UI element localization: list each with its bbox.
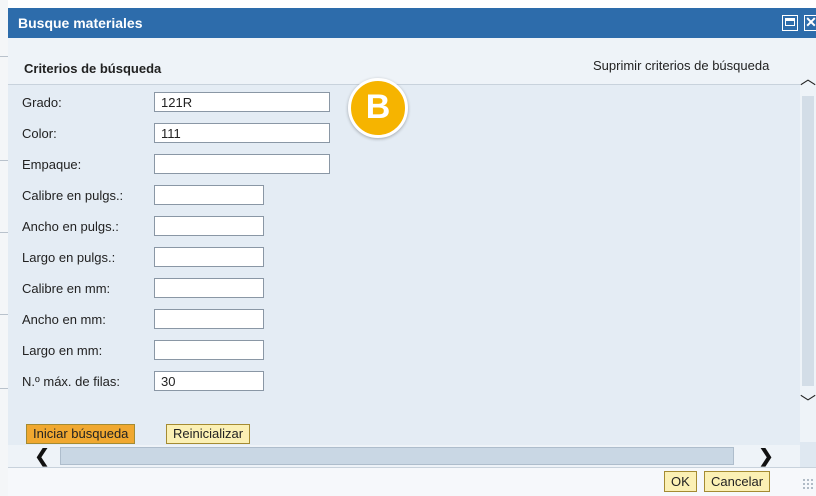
ancho-mm-input[interactable]	[154, 309, 264, 329]
dialog-window: Busque materiales ✕ Criterios de búsqued…	[8, 8, 816, 496]
strip-tick	[0, 56, 8, 57]
title-bar: Busque materiales ✕	[8, 8, 816, 38]
cancel-button[interactable]: Cancelar	[704, 471, 771, 492]
field-label: Ancho en pulgs.:	[22, 219, 119, 234]
background-strip	[0, 0, 8, 496]
chevron-up-icon[interactable]: ︿	[800, 72, 816, 88]
strip-tick	[0, 314, 8, 315]
field-row-ancho-pulgs: Ancho en pulgs.:	[8, 213, 788, 239]
field-row-largo-mm: Largo en mm:	[8, 337, 788, 363]
max-rows-input[interactable]	[154, 371, 264, 391]
strip-tick	[0, 232, 8, 233]
field-label: Empaque:	[22, 157, 82, 172]
field-label: Color:	[22, 126, 57, 141]
field-label: Grado:	[22, 95, 62, 110]
close-icon[interactable]: ✕	[804, 15, 816, 31]
ok-button[interactable]: OK	[664, 471, 697, 492]
field-row-max-filas: N.º máx. de filas:	[8, 368, 788, 394]
chevron-right-icon[interactable]: ❯	[756, 445, 776, 467]
field-label: Calibre en mm:	[22, 281, 111, 296]
field-label: N.º máx. de filas:	[22, 374, 120, 389]
maximize-icon[interactable]	[782, 15, 798, 31]
horizontal-scrollbar[interactable]: ❮ ❯	[8, 445, 800, 467]
ancho-pulgs-input[interactable]	[154, 216, 264, 236]
resize-grip-icon[interactable]	[802, 478, 814, 490]
criteria-title: Criterios de búsqueda	[24, 61, 162, 76]
largo-pulgs-input[interactable]	[154, 247, 264, 267]
empaque-input[interactable]	[154, 154, 330, 174]
grado-input[interactable]	[154, 92, 330, 112]
horizontal-scroll-track[interactable]	[60, 447, 734, 465]
start-search-button[interactable]: Iniciar búsqueda	[26, 424, 136, 444]
dialog-footer: OK Cancelar	[8, 467, 816, 496]
form-actions: Iniciar búsqueda Reinicializar	[8, 423, 800, 445]
color-input[interactable]	[154, 123, 330, 143]
field-row-calibre-mm: Calibre en mm:	[8, 275, 788, 301]
window-title: Busque materiales	[18, 15, 143, 31]
criteria-header: Criterios de búsqueda Suprimir criterios…	[8, 38, 816, 85]
chevron-left-icon[interactable]: ❮	[32, 445, 52, 467]
reset-button[interactable]: Reinicializar	[166, 424, 251, 444]
search-form: Grado: Color: Empaque: Calibre en pulgs.…	[8, 85, 800, 445]
field-label: Ancho en mm:	[22, 312, 106, 327]
strip-tick	[0, 388, 8, 389]
field-row-ancho-mm: Ancho en mm:	[8, 306, 788, 332]
field-label: Calibre en pulgs.:	[22, 188, 124, 203]
vertical-scrollbar[interactable]: ︿ ﹀	[800, 70, 816, 442]
calibre-pulgs-input[interactable]	[154, 185, 264, 205]
field-row-calibre-pulgs: Calibre en pulgs.:	[8, 182, 788, 208]
vertical-scroll-track[interactable]	[802, 96, 814, 386]
suppress-criteria-link[interactable]: Suprimir criterios de búsqueda	[593, 58, 769, 73]
strip-tick	[0, 160, 8, 161]
step-badge: B	[348, 78, 408, 138]
field-row-empaque: Empaque:	[8, 151, 788, 177]
field-row-largo-pulgs: Largo en pulgs.:	[8, 244, 788, 270]
field-label: Largo en pulgs.:	[22, 250, 116, 265]
field-label: Largo en mm:	[22, 343, 103, 358]
largo-mm-input[interactable]	[154, 340, 264, 360]
chevron-down-icon[interactable]: ﹀	[800, 396, 816, 412]
calibre-mm-input[interactable]	[154, 278, 264, 298]
